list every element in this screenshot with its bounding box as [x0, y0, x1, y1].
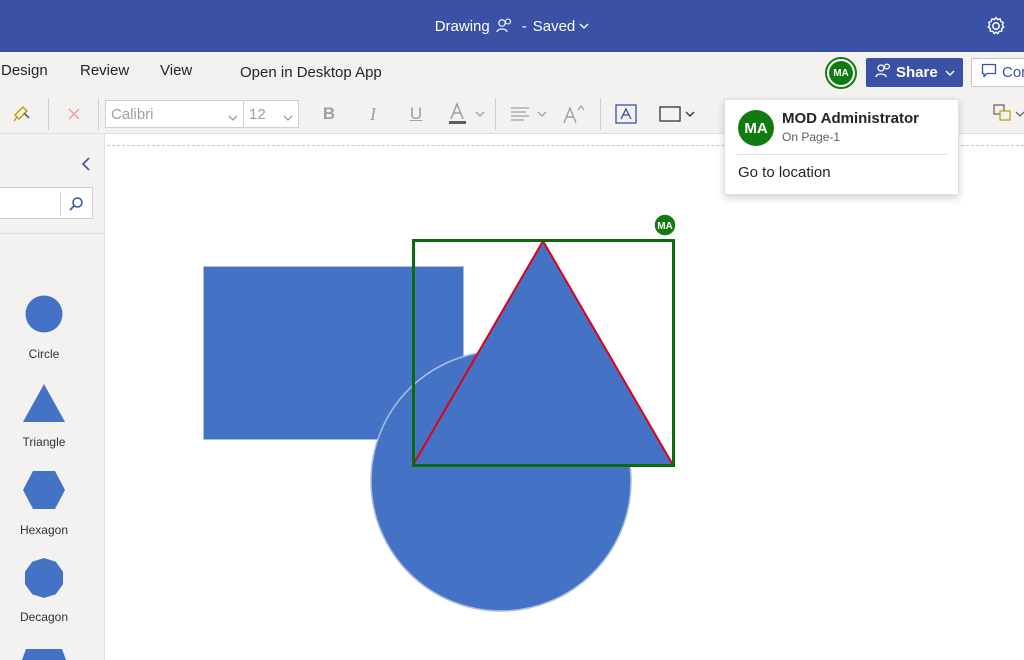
popup-user-location: On Page-1 — [782, 130, 841, 144]
go-to-location-link[interactable]: Go to location — [738, 164, 831, 181]
presence-marker-initials: MA — [657, 221, 673, 232]
popup-avatar: MA — [738, 110, 774, 146]
popup-user-name: MOD Administrator — [782, 110, 919, 127]
presence-popup: MA MOD Administrator On Page-1 Go to loc… — [724, 99, 959, 195]
popup-divider — [737, 154, 947, 155]
presence-marker[interactable]: MA — [653, 213, 677, 237]
